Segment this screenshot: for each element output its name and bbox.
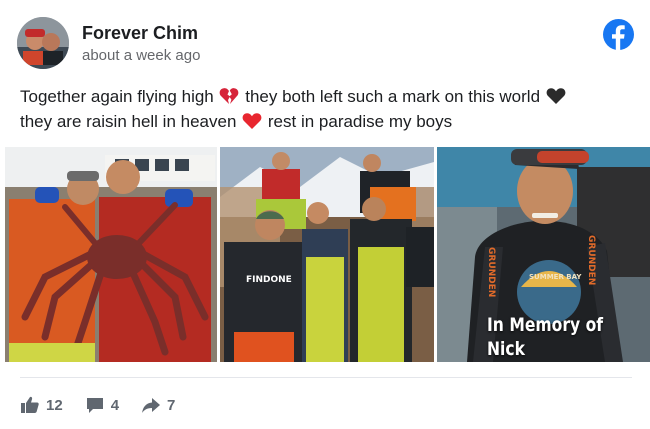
memorial-photo[interactable]: SUMMER BAY GRUNDEN GRUNDEN In Memory of … bbox=[437, 147, 650, 362]
photo-grid: FINDONE SUMMER BAY GRUNDEN GRUNDEN In Me… bbox=[5, 147, 650, 362]
red-heart-icon bbox=[242, 112, 262, 130]
post-timestamp[interactable]: about a week ago bbox=[82, 47, 200, 64]
crew-with-king-crab-photo[interactable] bbox=[5, 147, 217, 362]
share-arrow-icon bbox=[141, 395, 161, 415]
post-text-segment: rest in paradise my boys bbox=[267, 112, 453, 131]
comment-count[interactable]: 4 bbox=[85, 395, 119, 415]
facebook-post-card: Forever Chim about a week ago Together a… bbox=[0, 0, 650, 429]
shirt-brand-text: GRUNDEN bbox=[486, 247, 496, 297]
share-count-value: 7 bbox=[167, 396, 176, 414]
shirt-brand-text: GRUNDEN bbox=[586, 235, 596, 285]
author-avatar[interactable] bbox=[17, 17, 69, 69]
share-count[interactable]: 7 bbox=[141, 395, 175, 415]
divider bbox=[20, 377, 632, 378]
black-heart-icon bbox=[546, 87, 566, 105]
comment-count-value: 4 bbox=[110, 396, 120, 414]
post-text-segment: they both left such a mark on this world bbox=[245, 87, 541, 106]
crew-group-on-deck-photo[interactable]: FINDONE bbox=[220, 147, 434, 362]
comment-icon bbox=[85, 395, 105, 415]
shirt-print-text: FINDONE bbox=[246, 275, 292, 285]
memorial-caption: In Memory of Nick McGlashan bbox=[487, 313, 621, 362]
like-count[interactable]: 12 bbox=[20, 395, 63, 415]
post-text-segment: Together again flying high bbox=[20, 87, 214, 106]
broken-heart-icon bbox=[219, 87, 239, 105]
thumbs-up-icon bbox=[20, 395, 40, 415]
memorial-caption-line2: Nick McGlashan bbox=[487, 338, 525, 360]
facebook-icon[interactable] bbox=[603, 19, 634, 50]
post-text: Together again flying high they both lef… bbox=[20, 84, 640, 134]
post-text-segment: they are raisin hell in heaven bbox=[20, 112, 237, 131]
shirt-print-text: SUMMER BAY bbox=[529, 273, 582, 281]
author-name[interactable]: Forever Chim bbox=[82, 23, 198, 44]
like-count-value: 12 bbox=[46, 396, 63, 414]
memorial-caption-line1: In Memory of bbox=[487, 314, 604, 336]
engagement-stats: 12 4 7 bbox=[20, 393, 197, 417]
